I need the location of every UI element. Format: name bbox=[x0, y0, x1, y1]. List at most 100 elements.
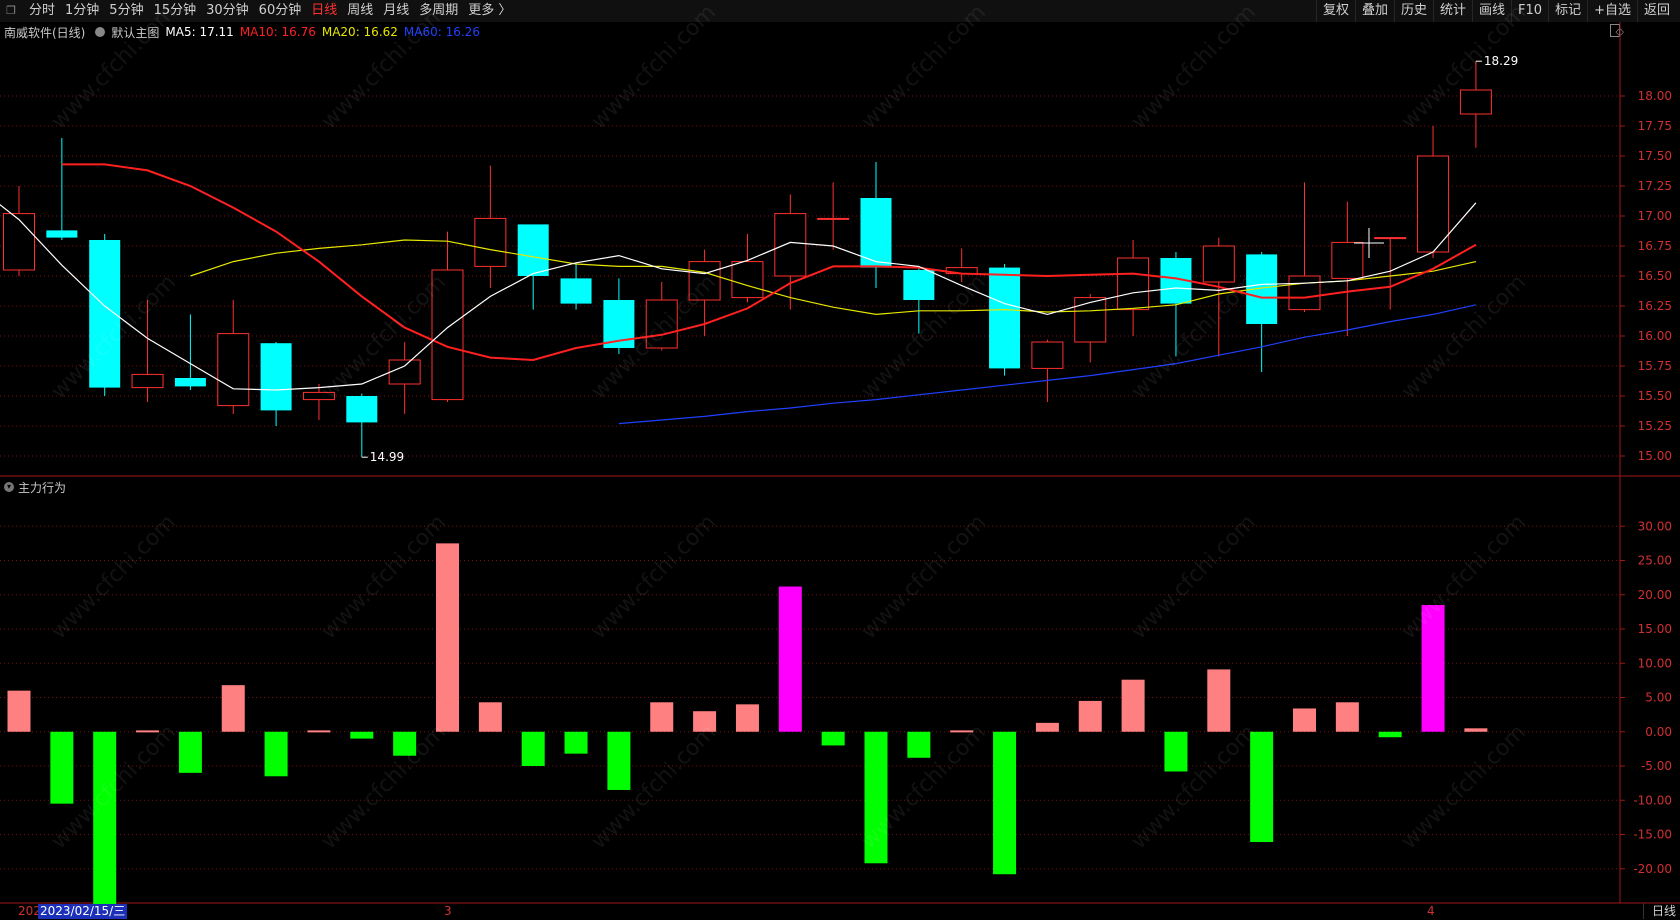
watermark-text: www.cfchi.com bbox=[857, 510, 991, 644]
candle-body bbox=[1374, 237, 1407, 240]
candle-body bbox=[817, 217, 850, 220]
watermark-text: www.cfchi.com bbox=[857, 0, 991, 134]
chart-canvas[interactable]: 15.00 15.25 15.50 15.75 16.00 16.25 16.50 16.75… bbox=[0, 0, 1680, 920]
watermark-text: www.cfchi.com bbox=[1127, 0, 1261, 134]
indicator-tick-label: -15.00 bbox=[1633, 828, 1672, 842]
indicator-tick-label: -20.00 bbox=[1633, 862, 1672, 876]
price-tick-label: 18.00 bbox=[1638, 89, 1672, 103]
indicator-tick-label: 25.00 bbox=[1638, 554, 1672, 568]
indicator-bar bbox=[1035, 722, 1059, 732]
candle-body bbox=[1331, 241, 1364, 279]
indicator-bar bbox=[1378, 731, 1402, 738]
indicator-bar bbox=[1293, 708, 1316, 732]
price-tick-label: 15.00 bbox=[1638, 449, 1672, 463]
indicator-bar bbox=[178, 731, 202, 773]
indicator-bar bbox=[907, 731, 931, 758]
watermark-text: www.cfchi.com bbox=[47, 510, 181, 644]
candle-body bbox=[474, 217, 507, 267]
indicator-bar bbox=[7, 690, 31, 732]
candle bbox=[1246, 252, 1278, 372]
watermark-text: www.cfchi.com bbox=[317, 720, 451, 854]
candle-body bbox=[1117, 257, 1150, 311]
indicator-bar bbox=[1078, 700, 1102, 732]
candle-body bbox=[346, 396, 378, 423]
date-cursor: 2023/02/15/三 bbox=[38, 904, 128, 919]
price-tick-label: 17.50 bbox=[1638, 149, 1672, 163]
watermark-text: www.cfchi.com bbox=[317, 0, 451, 134]
candle-body bbox=[1288, 275, 1321, 311]
indicator-bar bbox=[436, 543, 459, 732]
watermark-text: www.cfchi.com bbox=[317, 270, 451, 404]
indicator-bar bbox=[650, 702, 674, 732]
indicator-tick-label: 5.00 bbox=[1645, 691, 1672, 705]
candle-body bbox=[388, 359, 421, 385]
candle bbox=[774, 194, 807, 310]
candle bbox=[517, 224, 549, 310]
candle bbox=[217, 300, 250, 414]
indicator-bar bbox=[478, 702, 502, 732]
indicator-bar bbox=[1335, 702, 1359, 732]
price-tick-label: 16.25 bbox=[1638, 299, 1672, 313]
indicator-bar bbox=[735, 704, 759, 732]
watermark-text: www.cfchi.com bbox=[1127, 510, 1261, 644]
indicator-bar bbox=[821, 731, 845, 746]
indicator-tick-label: 0.00 bbox=[1645, 725, 1672, 739]
indicator-tick-label: -5.00 bbox=[1641, 759, 1672, 773]
price-tick-label: 15.25 bbox=[1638, 419, 1672, 433]
candle bbox=[860, 162, 892, 288]
candle-body bbox=[1074, 297, 1107, 343]
price-tick-label: 15.50 bbox=[1638, 389, 1672, 403]
candle bbox=[989, 264, 1021, 376]
indicator-bar bbox=[993, 731, 1017, 875]
candle bbox=[174, 314, 206, 390]
indicator-tick-label: 30.00 bbox=[1638, 519, 1672, 533]
indicator-bar bbox=[564, 731, 588, 754]
ma20-line bbox=[190, 239, 1477, 316]
candle-body bbox=[903, 270, 935, 300]
candle bbox=[260, 342, 292, 426]
candle-body bbox=[1417, 155, 1450, 253]
price-tick-label: 16.50 bbox=[1638, 269, 1672, 283]
watermark-text: www.cfchi.com bbox=[47, 0, 181, 134]
indicator-bar bbox=[307, 730, 331, 733]
candle-body bbox=[560, 278, 592, 304]
indicator-bar bbox=[221, 685, 245, 732]
indicator-bar bbox=[607, 731, 631, 790]
price-tick-label: 16.00 bbox=[1638, 329, 1672, 343]
candle-body bbox=[131, 373, 164, 389]
candle bbox=[1074, 294, 1107, 363]
candle-body bbox=[517, 224, 549, 276]
month-4-label: 4 bbox=[1427, 904, 1435, 918]
indicator-bar bbox=[264, 731, 288, 777]
candle-body bbox=[217, 333, 250, 407]
indicator-bar bbox=[1207, 669, 1231, 732]
watermark-text: www.cfchi.com bbox=[1397, 510, 1531, 644]
price-tick-label: 17.25 bbox=[1638, 179, 1672, 193]
candle bbox=[46, 138, 78, 240]
price-tick-label: 17.75 bbox=[1638, 119, 1672, 133]
candle-body bbox=[1031, 341, 1064, 369]
period-indicator[interactable]: 日线 bbox=[1642, 903, 1676, 919]
indicator-tick-label: 10.00 bbox=[1638, 656, 1672, 670]
candle bbox=[431, 231, 464, 402]
indicator-bar bbox=[1121, 679, 1145, 732]
candle-body bbox=[46, 230, 78, 238]
candle bbox=[731, 234, 764, 303]
candle bbox=[1331, 201, 1364, 336]
indicator-bar bbox=[1164, 731, 1188, 772]
indicator-tick-label: 15.00 bbox=[1638, 622, 1672, 636]
indicator-tick-label: -10.00 bbox=[1633, 793, 1672, 807]
watermark-text: www.cfchi.com bbox=[1397, 720, 1531, 854]
indicator-bar bbox=[778, 586, 802, 732]
candle bbox=[346, 393, 378, 458]
indicator-tick-label: 20.00 bbox=[1638, 588, 1672, 602]
low-price-label: 14.99 bbox=[370, 450, 404, 464]
candle bbox=[1031, 339, 1064, 402]
watermark-text: www.cfchi.com bbox=[587, 0, 721, 134]
price-tick-label: 16.75 bbox=[1638, 239, 1672, 253]
candle bbox=[1288, 182, 1321, 312]
watermark-text: www.cfchi.com bbox=[1397, 270, 1531, 404]
watermark-text: www.cfchi.com bbox=[317, 510, 451, 644]
candle bbox=[388, 342, 421, 414]
candle-body bbox=[174, 378, 206, 387]
